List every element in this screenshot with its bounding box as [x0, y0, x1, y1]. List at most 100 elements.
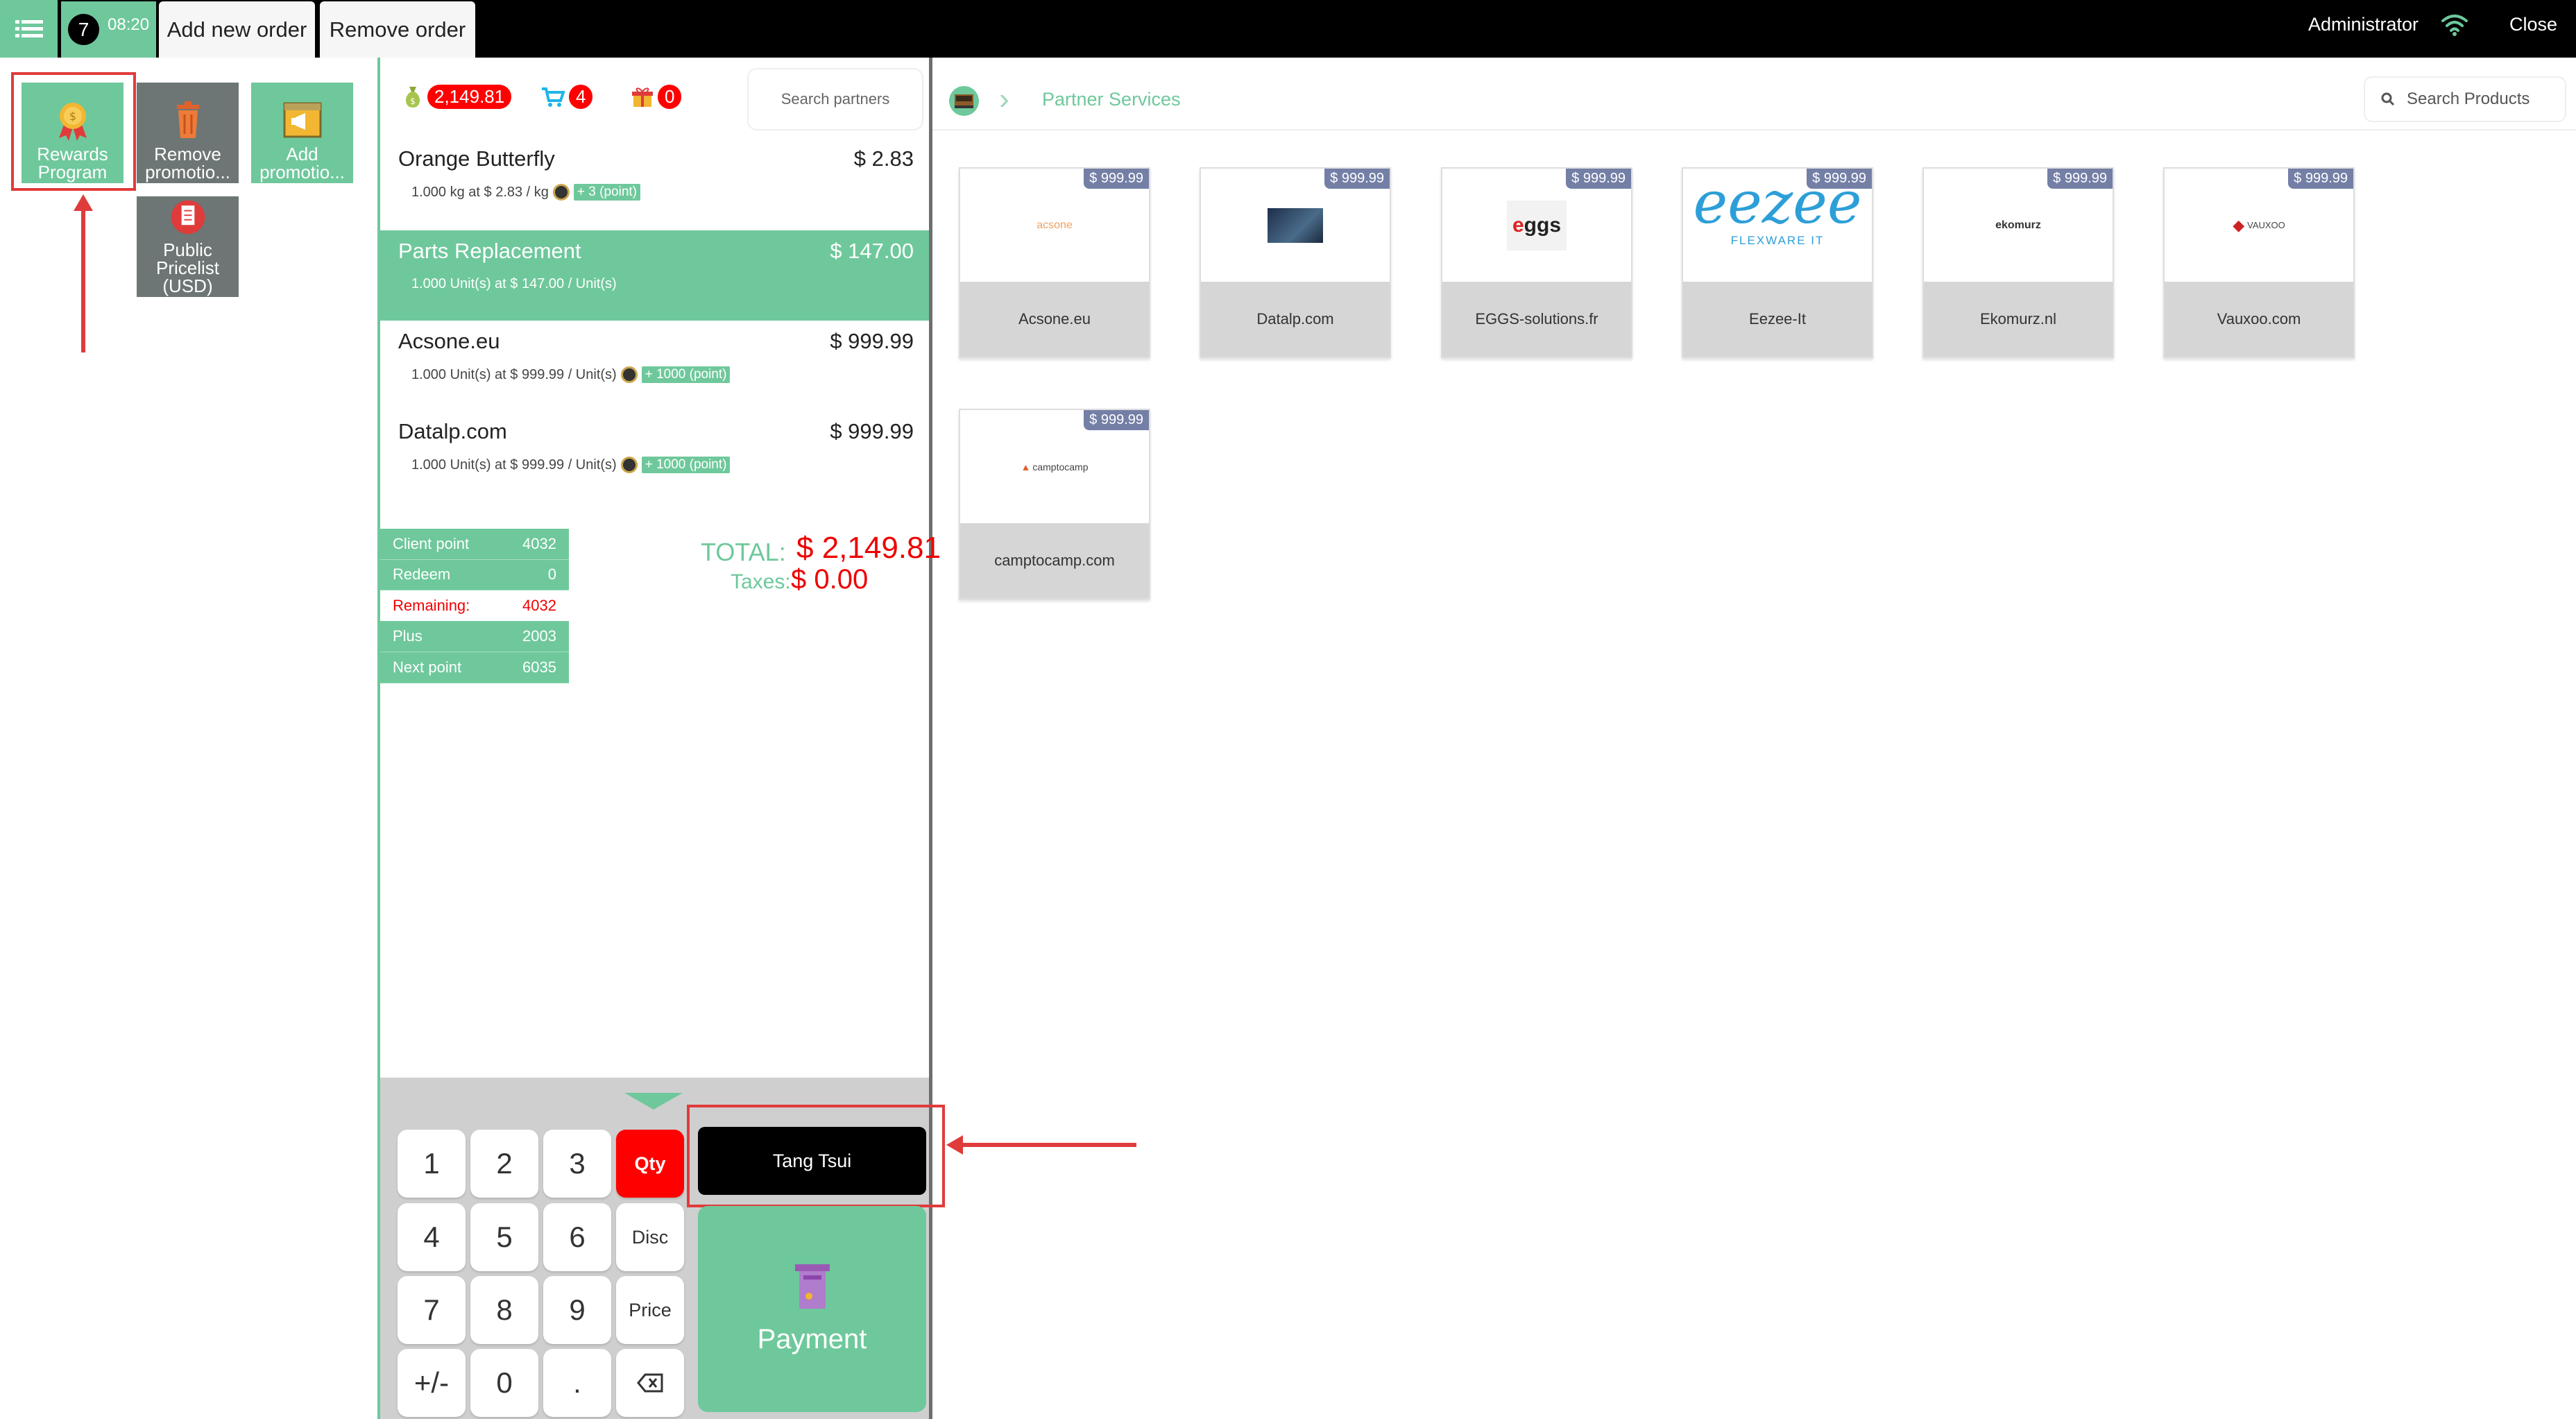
product-name: EGGS-solutions.fr: [1442, 282, 1631, 357]
numpad-key-8[interactable]: 8: [470, 1276, 538, 1344]
loyalty-value: 4032: [522, 596, 556, 614]
taxes-value: $ 0.00: [791, 564, 869, 595]
numpad-key-decimal[interactable]: .: [543, 1349, 611, 1417]
order-line-name: Parts Replacement: [398, 239, 581, 263]
product-card-vauxoo[interactable]: ◆ VAUXOO Vauxoo.com $ 999.99: [2163, 167, 2355, 358]
numpad-key-plus-minus[interactable]: +/-: [398, 1349, 466, 1417]
numpad-key-1[interactable]: 1: [398, 1130, 466, 1198]
add-promotion-button[interactable]: Add promotio...: [251, 83, 353, 183]
product-name: Datalp.com: [1201, 282, 1390, 357]
order-line[interactable]: Acsone.eu $ 999.99 1.000 Unit(s) at $ 99…: [380, 321, 929, 411]
discount-mode-button[interactable]: Disc: [616, 1203, 684, 1271]
price-mode-button[interactable]: Price: [616, 1276, 684, 1344]
coin-icon: [620, 366, 638, 383]
breadcrumb-chevron-icon: ›: [999, 82, 1009, 116]
wifi-icon: [2441, 15, 2468, 36]
qty-mode-button[interactable]: Qty: [616, 1130, 684, 1198]
product-name: camptocamp.com: [960, 523, 1149, 598]
pricelist-icon: [171, 200, 205, 235]
order-amount-badge: 2,149.81: [427, 85, 512, 109]
product-card-eezee[interactable]: eezee FLEXWARE IT Eezee-It $ 999.99: [1682, 167, 1873, 358]
order-line-detail: 1.000 kg at $ 2.83 / kg + 3 (point): [411, 184, 640, 201]
home-category-icon[interactable]: [949, 86, 979, 116]
loyalty-row-plus: Plus 2003: [380, 622, 569, 652]
collapse-numpad-icon[interactable]: [624, 1093, 683, 1110]
close-button[interactable]: Close: [2509, 14, 2557, 35]
product-card-eggs[interactable]: eeggsggs EGGS-solutions.fr $ 999.99: [1441, 167, 1632, 358]
product-price-badge: $ 999.99: [1084, 410, 1149, 430]
add-new-order-button[interactable]: Add new order: [159, 1, 315, 58]
home-icon: [955, 94, 973, 108]
numpad-key-0[interactable]: 0: [470, 1349, 538, 1417]
search-partners-input[interactable]: Search partners: [747, 68, 923, 130]
set-customer-button[interactable]: Tang Tsui: [698, 1127, 926, 1195]
gift-count-stat: 0: [631, 85, 682, 109]
payment-label: Payment: [757, 1324, 867, 1354]
product-card-acsone[interactable]: acsone Acsone.eu $ 999.99: [959, 167, 1150, 358]
payment-button[interactable]: Payment: [698, 1206, 926, 1412]
loyalty-value: 0: [547, 566, 556, 584]
numpad-key-3[interactable]: 3: [543, 1130, 611, 1198]
remove-order-button[interactable]: Remove order: [320, 1, 475, 58]
product-card-camptocamp[interactable]: ▲ camptocamp camptocamp.com $ 999.99: [959, 409, 1150, 600]
annotation-arrow-up: [74, 194, 93, 352]
order-line-detail-text: 1.000 Unit(s) at $ 999.99 / Unit(s): [411, 457, 617, 473]
vauxoo-bird-icon: ◆: [2233, 216, 2245, 234]
numpad-key-9[interactable]: 9: [543, 1276, 611, 1344]
order-line-price: $ 999.99: [830, 329, 914, 353]
loyalty-value: 6035: [522, 658, 556, 676]
product-price-badge: $ 999.99: [2047, 169, 2113, 189]
order-time: 08:20: [108, 15, 150, 34]
payment-card-icon: [794, 1264, 830, 1309]
cart-count-badge: 4: [569, 85, 593, 109]
order-line[interactable]: Orange Butterfly $ 2.83 1.000 kg at $ 2.…: [380, 138, 929, 228]
order-line-selected[interactable]: Parts Replacement $ 147.00 1.000 Unit(s)…: [380, 230, 929, 321]
points-tag: + 3 (point): [573, 184, 640, 201]
numpad-key-2[interactable]: 2: [470, 1130, 538, 1198]
loyalty-row-redeem: Redeem 0: [380, 560, 569, 590]
loyalty-row-client-point: Client point 4032: [380, 529, 569, 560]
order-line-detail: 1.000 Unit(s) at $ 999.99 / Unit(s) + 100…: [411, 457, 731, 473]
remove-promotion-button[interactable]: Remove promotio...: [137, 83, 239, 183]
numpad-key-6[interactable]: 6: [543, 1203, 611, 1271]
numpad-key-5[interactable]: 5: [470, 1203, 538, 1271]
money-bag-icon: $: [405, 86, 420, 108]
add-promotion-label: Add promotio...: [259, 144, 345, 182]
total-label: TOTAL:: [701, 538, 786, 566]
product-price-badge: $ 999.99: [1324, 169, 1390, 189]
public-pricelist-button[interactable]: Public Pricelist (USD): [137, 196, 239, 297]
gift-count-badge: 0: [658, 85, 682, 109]
annotation-arrow-left: [946, 1135, 1136, 1155]
product-card-datalp[interactable]: Datalp.com $ 999.99: [1200, 167, 1391, 358]
trash-can-icon: [176, 101, 199, 138]
backspace-button[interactable]: [616, 1349, 684, 1417]
total-value: $ 2,149.81: [796, 531, 941, 565]
gift-icon: [632, 87, 653, 107]
product-name: Eezee-It: [1683, 282, 1872, 357]
public-pricelist-label: Public Pricelist (USD): [155, 239, 219, 296]
menu-button[interactable]: [0, 0, 58, 58]
eezee-tagline: FLEXWARE IT: [1730, 234, 1825, 247]
search-products-input[interactable]: Search Products: [2364, 76, 2566, 122]
breadcrumb-category[interactable]: Partner Services: [1042, 89, 1181, 110]
order-tab[interactable]: 7 08:20: [61, 1, 156, 58]
product-card-ekomurz[interactable]: ekomurz Ekomurz.nl $ 999.99: [1922, 167, 2114, 358]
order-line[interactable]: Datalp.com $ 999.99 1.000 Unit(s) at $ 9…: [380, 411, 929, 501]
numpad-key-7[interactable]: 7: [398, 1276, 466, 1344]
user-name[interactable]: Administrator: [2308, 14, 2419, 35]
award-medal-icon: $: [58, 103, 87, 141]
order-line-detail-text: 1.000 kg at $ 2.83 / kg: [411, 184, 549, 200]
rewards-program-button[interactable]: $ Rewards Program: [22, 83, 123, 183]
cart-icon: [542, 87, 565, 107]
coin-icon: [552, 184, 570, 201]
order-line-name: Datalp.com: [398, 419, 507, 443]
product-name: Vauxoo.com: [2165, 282, 2353, 357]
numpad-key-4[interactable]: 4: [398, 1203, 466, 1271]
loyalty-label: Remaining:: [393, 596, 470, 614]
order-line-name: Orange Butterfly: [398, 146, 555, 171]
product-price-badge: $ 999.99: [1566, 169, 1631, 189]
order-line-detail: 1.000 Unit(s) at $ 147.00 / Unit(s): [411, 276, 617, 291]
points-tag: + 1000 (point): [641, 457, 731, 473]
product-logo-text: VAUXOO: [2247, 220, 2285, 230]
order-line-detail: 1.000 Unit(s) at $ 999.99 / Unit(s) + 100…: [411, 366, 731, 383]
